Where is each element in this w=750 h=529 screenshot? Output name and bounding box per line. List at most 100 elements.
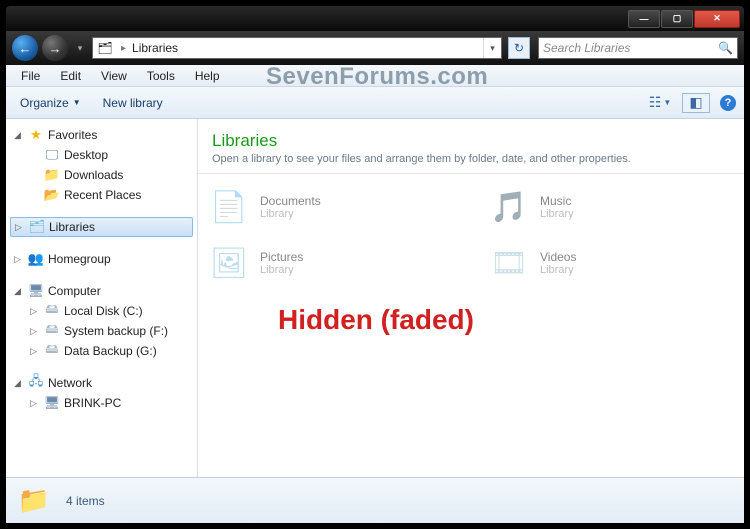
nav-label: Libraries: [49, 220, 95, 234]
library-documents[interactable]: 📄 DocumentsLibrary: [206, 184, 456, 230]
nav-label: Desktop: [64, 148, 108, 162]
network-icon: 🖧: [27, 372, 45, 394]
address-text: Libraries: [130, 41, 483, 55]
recent-pages-dropdown[interactable]: ▾: [72, 40, 88, 56]
drive-icon: 🖴: [43, 340, 61, 362]
minimize-button[interactable]: —: [628, 10, 660, 28]
library-music[interactable]: 🎵 MusicLibrary: [486, 184, 736, 230]
collapse-icon[interactable]: ◢: [14, 286, 24, 297]
downloads-icon: 📁: [43, 167, 61, 183]
organize-button[interactable]: Organize ▼: [14, 93, 87, 113]
content-header: Libraries Open a library to see your fil…: [198, 119, 744, 174]
expand-icon[interactable]: ▷: [30, 398, 40, 409]
nav-computer-group: ◢ 🖥 Computer ▷🖴 Local Disk (C:) ▷🖴 Syste…: [6, 281, 197, 361]
nav-label: Favorites: [48, 128, 97, 142]
expand-icon[interactable]: ▷: [14, 254, 24, 265]
expand-icon[interactable]: ▷: [15, 222, 25, 233]
menu-view[interactable]: View: [92, 67, 136, 85]
item-count: 4 items: [66, 494, 105, 508]
nav-favorites-group: ◢ ★ Favorites 🖵 Desktop 📁 Downloads 📂 Re…: [6, 125, 197, 205]
close-button[interactable]: ✕: [694, 10, 740, 28]
nav-local-disk-c[interactable]: ▷🖴 Local Disk (C:): [6, 301, 197, 321]
chevron-down-icon: ▼: [73, 98, 81, 107]
address-bar[interactable]: 🗂 ▸ Libraries ▾: [92, 37, 502, 59]
nav-label: Recent Places: [64, 188, 141, 202]
nav-downloads[interactable]: 📁 Downloads: [6, 165, 197, 185]
view-options-button[interactable]: ☷▼: [648, 93, 672, 113]
nav-label: System backup (F:): [64, 324, 168, 338]
new-library-button[interactable]: New library: [97, 93, 169, 113]
pc-icon: 🖥: [43, 395, 61, 411]
body: ◢ ★ Favorites 🖵 Desktop 📁 Downloads 📂 Re…: [6, 119, 744, 477]
documents-icon: 📄: [206, 184, 252, 230]
nav-desktop[interactable]: 🖵 Desktop: [6, 145, 197, 165]
nav-libraries[interactable]: ▷ 🗂 Libraries: [10, 217, 193, 237]
expand-icon[interactable]: ▷: [30, 326, 40, 337]
content-subtitle: Open a library to see your files and arr…: [212, 153, 730, 165]
nav-system-backup-f[interactable]: ▷🖴 System backup (F:): [6, 321, 197, 341]
nav-label: BRINK-PC: [64, 396, 121, 410]
item-name: Pictures: [260, 250, 303, 264]
preview-pane-button[interactable]: ◧: [682, 93, 710, 113]
refresh-button[interactable]: ↻: [508, 37, 530, 59]
desktop-icon: 🖵: [43, 147, 61, 163]
menubar: File Edit View Tools Help SevenForums.co…: [6, 65, 744, 87]
item-name: Music: [540, 194, 574, 208]
item-name: Videos: [540, 250, 576, 264]
nav-label: Data Backup (G:): [64, 344, 157, 358]
item-sub: Library: [540, 208, 574, 220]
collapse-icon[interactable]: ◢: [14, 378, 24, 389]
drive-icon: 🖴: [43, 320, 61, 342]
recent-icon: 📂: [43, 187, 61, 203]
nav-recent-places[interactable]: 📂 Recent Places: [6, 185, 197, 205]
nav-homegroup-group: ▷ 👥 Homegroup: [6, 249, 197, 269]
search-placeholder: Search Libraries: [543, 41, 630, 55]
nav-homegroup[interactable]: ▷ 👥 Homegroup: [6, 249, 197, 269]
libraries-icon: 🗂: [28, 219, 46, 235]
expand-icon[interactable]: ▷: [30, 346, 40, 357]
forward-button[interactable]: →: [42, 35, 68, 61]
collapse-icon[interactable]: ◢: [14, 130, 24, 141]
nav-data-backup-g[interactable]: ▷🖴 Data Backup (G:): [6, 341, 197, 361]
menu-tools[interactable]: Tools: [138, 67, 184, 85]
folder-icon: 📁: [14, 483, 54, 519]
item-sub: Library: [260, 208, 321, 220]
maximize-button[interactable]: ▢: [661, 10, 693, 28]
library-pictures[interactable]: 🖼 PicturesLibrary: [206, 240, 456, 286]
item-sub: Library: [260, 264, 303, 276]
address-row: ← → ▾ 🗂 ▸ Libraries ▾ ↻ Search Libraries…: [6, 31, 744, 65]
breadcrumb-separator[interactable]: ▸: [117, 43, 130, 54]
explorer-window: — ▢ ✕ ← → ▾ 🗂 ▸ Libraries ▾ ↻ Search Lib…: [6, 6, 744, 523]
expand-icon[interactable]: ▷: [30, 306, 40, 317]
watermark-text: SevenForums.com: [266, 63, 488, 91]
nav-computer[interactable]: ◢ 🖥 Computer: [6, 281, 197, 301]
nav-network-group: ◢ 🖧 Network ▷🖥 BRINK-PC: [6, 373, 197, 413]
library-videos[interactable]: 🎞 VideosLibrary: [486, 240, 736, 286]
nav-network[interactable]: ◢ 🖧 Network: [6, 373, 197, 393]
nav-libraries-group: ▷ 🗂 Libraries: [6, 217, 197, 237]
annotation-overlay: Hidden (faded): [278, 304, 474, 336]
nav-favorites[interactable]: ◢ ★ Favorites: [6, 125, 197, 145]
pictures-icon: 🖼: [206, 240, 252, 286]
computer-icon: 🖥: [27, 283, 45, 299]
titlebar: — ▢ ✕: [6, 6, 744, 31]
menu-edit[interactable]: Edit: [51, 67, 90, 85]
nav-brink-pc[interactable]: ▷🖥 BRINK-PC: [6, 393, 197, 413]
help-button[interactable]: ?: [720, 95, 736, 111]
nav-label: Downloads: [64, 168, 123, 182]
search-input[interactable]: Search Libraries 🔍: [538, 37, 738, 59]
content-pane: Libraries Open a library to see your fil…: [198, 119, 744, 477]
back-button[interactable]: ←: [12, 35, 38, 61]
videos-icon: 🎞: [486, 240, 532, 286]
address-dropdown[interactable]: ▾: [483, 38, 501, 58]
status-bar: 📁 4 items: [6, 477, 744, 523]
item-sub: Library: [540, 264, 576, 276]
music-icon: 🎵: [486, 184, 532, 230]
nav-label: Local Disk (C:): [64, 304, 143, 318]
nav-label: Homegroup: [48, 252, 111, 266]
menu-file[interactable]: File: [12, 67, 49, 85]
toolbar-right: ☷▼ ◧ ?: [648, 93, 736, 113]
star-icon: ★: [27, 127, 45, 143]
menu-help[interactable]: Help: [186, 67, 229, 85]
item-name: Documents: [260, 194, 321, 208]
